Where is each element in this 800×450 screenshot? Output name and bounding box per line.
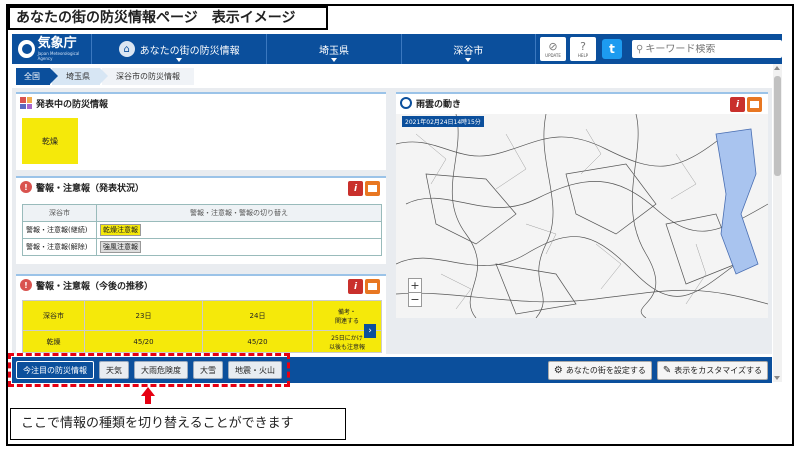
status-row-label: 警報・注意報(継続) xyxy=(22,221,97,239)
nav-home-label: あなたの街の防災情報 xyxy=(139,45,240,57)
trend-table: 深谷市 23日 24日 備考・ 関連する 乾燥 45/20 45/20 25日に… xyxy=(22,300,382,353)
panel-warning-trend: ! 警報・注意報（今後の推移） i 深谷市 23日 24日 備考・ 関連する 乾… xyxy=(16,274,386,354)
trend-col-area: 深谷市 xyxy=(22,300,85,331)
arrow-stem xyxy=(145,395,151,404)
info-icon[interactable]: i xyxy=(348,181,363,196)
breadcrumb-item-city: 深谷市の防災情報 xyxy=(102,68,194,85)
help-button[interactable]: ? HELP xyxy=(570,37,597,61)
zoom-in-button[interactable]: + xyxy=(408,278,422,293)
status-col-switch: 警報・注意報・警報の切り替え xyxy=(96,204,382,222)
scrollbar-thumb[interactable] xyxy=(774,76,781,176)
page-title: あなたの街の防災情報ページ 表示イメージ xyxy=(8,6,328,30)
radar-datetime: 2021年02月24日14時15分 xyxy=(402,116,484,127)
status-col-area: 深谷市 xyxy=(22,204,97,222)
jma-logo[interactable]: 気象庁 Japan Meteorological Agency xyxy=(12,34,93,64)
book-icon[interactable] xyxy=(747,97,762,112)
trend-row-label: 乾燥 xyxy=(22,330,85,353)
highlight-box xyxy=(8,353,290,387)
nav-city-label: 深谷市 xyxy=(453,45,484,57)
jma-logo-icon xyxy=(18,40,35,58)
chevron-down-icon xyxy=(465,58,472,62)
panel-current-title: 発表中の防災情報 xyxy=(36,99,109,110)
logo-text-ja: 気象庁 xyxy=(37,36,77,51)
radar-map[interactable] xyxy=(396,114,768,318)
info-icon[interactable]: i xyxy=(730,97,745,112)
chevron-down-icon xyxy=(176,58,183,62)
radar-icon xyxy=(400,97,412,109)
customize-button[interactable]: ✎ 表示をカスタマイズする xyxy=(656,360,768,380)
callout-text: ここで情報の種類を切り替えることができます xyxy=(10,408,346,440)
wrench-icon: ✎ xyxy=(662,364,672,376)
trend-val-23: 45/20 xyxy=(84,330,203,353)
set-city-button[interactable]: ⚙ あなたの街を設定する xyxy=(547,360,652,380)
trend-col-24: 24日 xyxy=(202,300,313,331)
chevron-down-icon xyxy=(330,58,337,62)
panel-radar: 雨雲の動き i 2021年02月24日14時15分 + − xyxy=(396,92,768,318)
scrollbar[interactable] xyxy=(773,64,782,382)
book-icon[interactable] xyxy=(365,279,380,294)
help-icon: ? xyxy=(580,39,586,53)
alert-tag-dry[interactable]: 乾燥注意報 xyxy=(100,224,141,236)
panel-radar-title: 雨雲の動き xyxy=(416,99,462,110)
warning-icon: ! xyxy=(20,279,32,291)
next-arrow-button[interactable]: › xyxy=(364,324,376,338)
panel-current-info: 発表中の防災情報 乾燥 xyxy=(16,92,386,170)
scroll-up-icon[interactable] xyxy=(774,66,780,70)
search-icon: ⚲ xyxy=(636,43,644,55)
set-city-label: あなたの街を設定する xyxy=(565,365,646,375)
table-row: 警報・注意報(解除) 強風注意報 xyxy=(22,238,382,256)
book-icon[interactable] xyxy=(365,181,380,196)
alert-tag-wind[interactable]: 強風注意報 xyxy=(100,241,141,253)
status-row-label: 警報・注意報(解除) xyxy=(22,238,97,256)
table-row: 警報・注意報(継続) 乾燥注意報 xyxy=(22,221,382,239)
zoom-out-button[interactable]: − xyxy=(408,292,422,307)
panel-status-title: 警報・注意報（発表状況） xyxy=(36,183,145,194)
grid-icon xyxy=(20,97,32,109)
home-icon: ⌂ xyxy=(118,41,135,57)
panel-trend-title: 警報・注意報（今後の推移） xyxy=(36,281,154,292)
gear-icon: ⚙ xyxy=(553,364,563,376)
update-icon: ⊘ xyxy=(548,39,558,53)
search-input[interactable] xyxy=(645,43,774,55)
breadcrumb: 全国 埼玉県 深谷市の防災情報 xyxy=(16,68,196,85)
nav-home[interactable]: ⌂ あなたの街の防災情報 xyxy=(92,34,268,64)
trend-val-24: 45/20 xyxy=(202,330,313,353)
nav-prefecture[interactable]: 埼玉県 xyxy=(267,34,402,64)
breadcrumb-item-prefecture[interactable]: 埼玉県 xyxy=(52,68,108,85)
twitter-icon[interactable]: t xyxy=(602,39,623,59)
site-header: 気象庁 Japan Meteorological Agency ⌂ あなたの街の… xyxy=(12,34,783,64)
panel-warning-status: ! 警報・注意報（発表状況） i 深谷市 警報・注意報・警報の切り替え 警報・注… xyxy=(16,176,386,264)
warning-icon: ! xyxy=(20,181,32,193)
help-label: HELP xyxy=(577,52,589,58)
nav-city[interactable]: 深谷市 xyxy=(402,34,537,64)
main-content: 発表中の防災情報 乾燥 ! 警報・注意報（発表状況） i 深谷市 警報・注意報・… xyxy=(12,88,772,354)
trend-col-23: 23日 xyxy=(84,300,203,331)
info-icon[interactable]: i xyxy=(348,279,363,294)
search-box[interactable]: ⚲ xyxy=(632,40,783,58)
logo-text-en: Japan Meteorological Agency xyxy=(37,51,80,61)
scroll-down-icon[interactable] xyxy=(774,376,780,380)
breadcrumb-item-national[interactable]: 全国 xyxy=(16,68,58,85)
alert-badge-dry[interactable]: 乾燥 xyxy=(22,118,78,164)
nav-prefecture-label: 埼玉県 xyxy=(318,45,349,57)
customize-label: 表示をカスタマイズする xyxy=(674,365,762,375)
status-table: 深谷市 警報・注意報・警報の切り替え 警報・注意報(継続) 乾燥注意報 警報・注… xyxy=(22,204,382,256)
update-button[interactable]: ⊘ UPDATE xyxy=(540,37,567,61)
update-label: UPDATE xyxy=(545,52,561,58)
